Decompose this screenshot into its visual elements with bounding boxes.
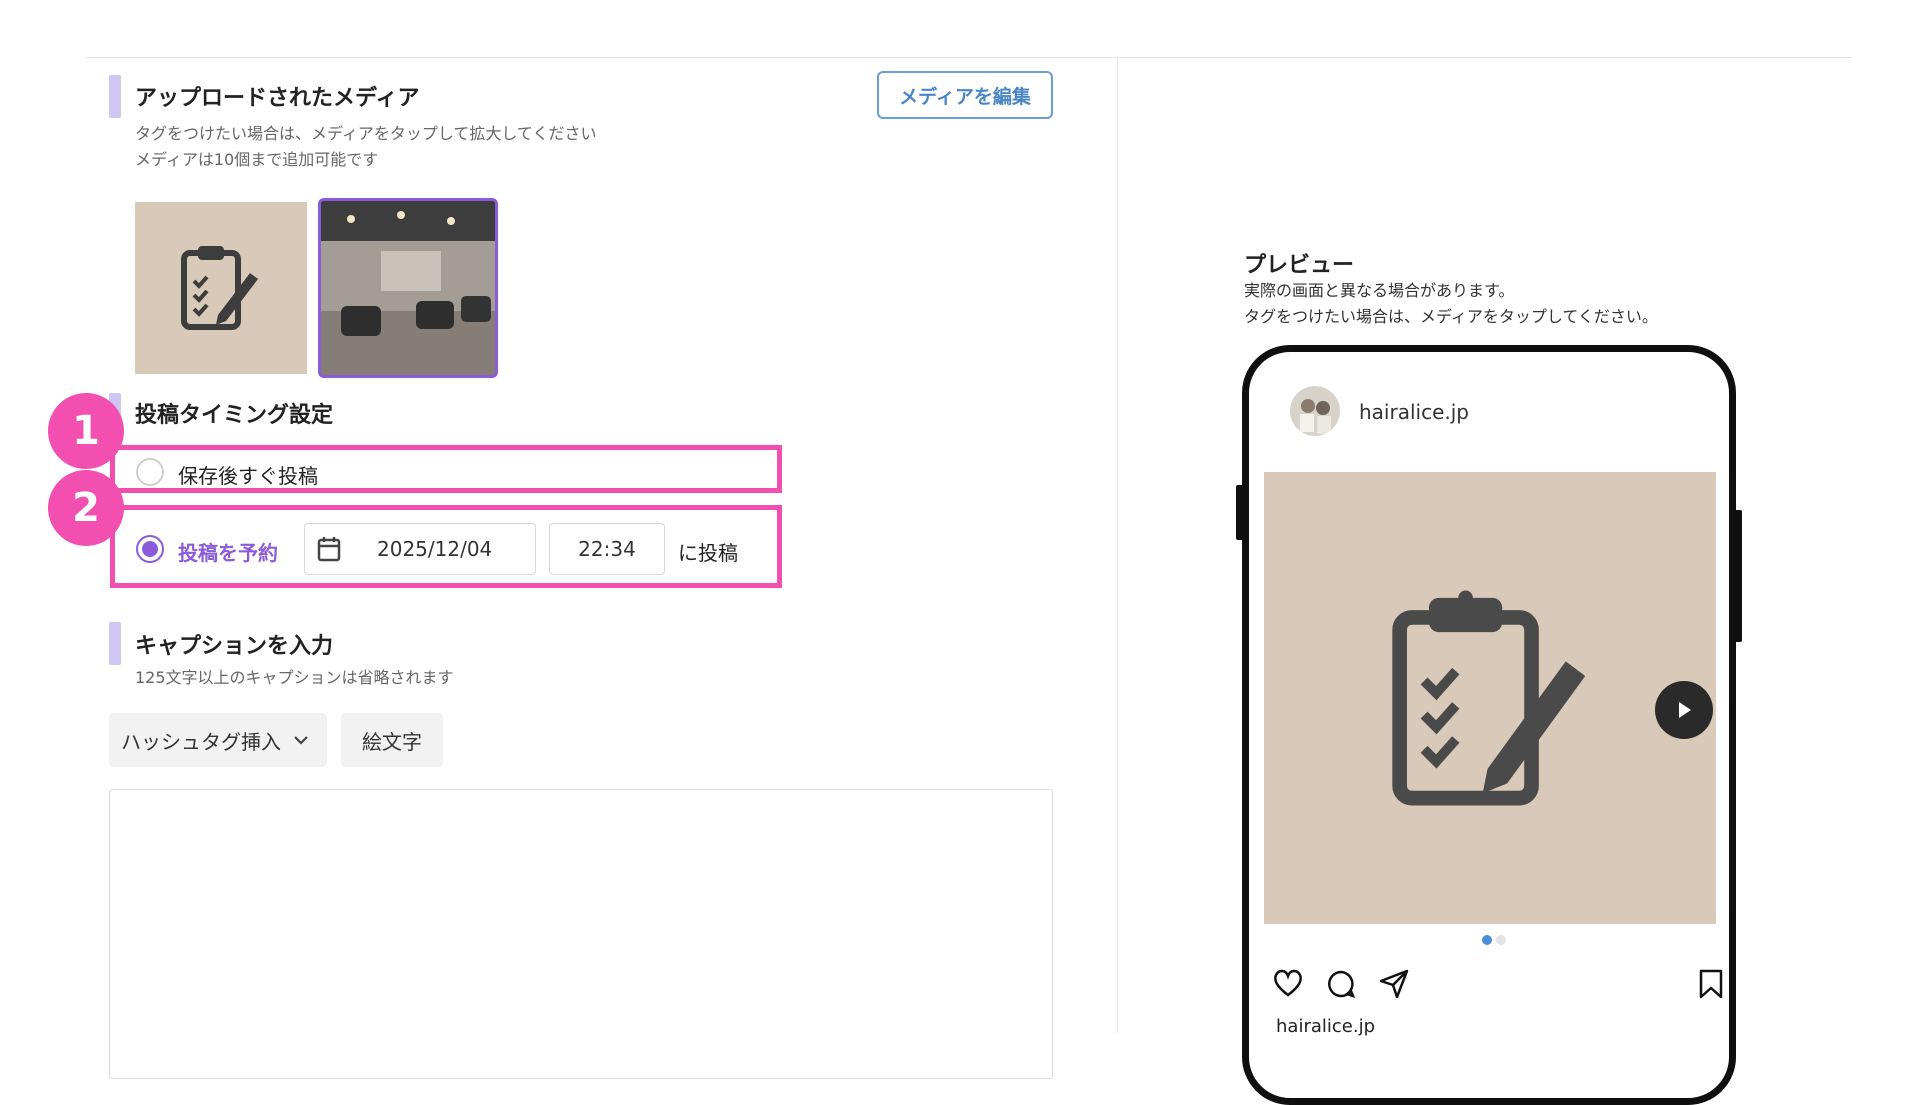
- account-name: hairalice.jp: [1359, 400, 1469, 424]
- section-accent-bar: [109, 75, 121, 118]
- send-icon[interactable]: [1378, 968, 1410, 1000]
- posting-timing-title: 投稿タイミング設定: [135, 403, 334, 428]
- clipboard-edit-icon: [181, 246, 258, 330]
- caption-textarea[interactable]: [109, 789, 1053, 1079]
- comment-icon[interactable]: [1326, 969, 1356, 999]
- column-divider: [1117, 58, 1118, 1033]
- preview-note-2: タグをつけたい場合は、メディアをタップしてください。: [1244, 307, 1658, 326]
- radio-post-immediately[interactable]: [136, 458, 164, 486]
- caption-hint: 125文字以上のキャプションは省略されます: [135, 668, 454, 687]
- uploaded-media-hint-2: メディアは10個まで追加可能です: [135, 150, 379, 169]
- caption-account-name: hairalice.jp: [1276, 1016, 1375, 1037]
- bookmark-icon[interactable]: [1698, 968, 1724, 1000]
- section-accent-bar: [109, 622, 121, 665]
- radio-schedule-post[interactable]: [136, 535, 164, 563]
- schedule-post-label[interactable]: 投稿を予約: [178, 537, 278, 566]
- post-media-preview[interactable]: [1264, 472, 1716, 924]
- carousel-dot: [1496, 935, 1506, 945]
- preview-note-1: 実際の画面と異なる場合があります。: [1244, 281, 1515, 300]
- caption-title: キャプションを入力: [135, 634, 334, 659]
- top-divider: [86, 57, 1852, 58]
- account-avatar: [1290, 386, 1340, 436]
- annotation-badge-1: 1: [48, 393, 124, 469]
- post-immediately-label[interactable]: 保存後すぐ投稿: [178, 460, 318, 489]
- carousel-dot-active: [1482, 935, 1492, 945]
- uploaded-media-hint-1: タグをつけたい場合は、メディアをタップして拡大してください: [135, 124, 597, 143]
- media-thumbnail-salon-photo[interactable]: [318, 198, 498, 378]
- media-thumbnail-clipboard[interactable]: [135, 202, 307, 374]
- emoji-button[interactable]: 絵文字: [341, 713, 443, 767]
- edit-media-button[interactable]: メディアを編集: [877, 71, 1053, 119]
- schedule-date-input[interactable]: 2025/12/04: [304, 523, 536, 575]
- play-next-icon: [1679, 702, 1691, 718]
- hashtag-insert-button[interactable]: ハッシュタグ挿入: [109, 713, 327, 767]
- hashtag-insert-label: ハッシュタグ挿入: [121, 729, 281, 754]
- schedule-time-input[interactable]: 22:34: [549, 523, 665, 575]
- clipboard-edit-icon: [1392, 590, 1586, 806]
- next-media-button[interactable]: [1655, 681, 1713, 739]
- schedule-time-value: 22:34: [578, 537, 636, 561]
- annotation-badge-2: 2: [48, 470, 124, 546]
- preview-title: プレビュー: [1244, 253, 1355, 278]
- uploaded-media-title: アップロードされたメディア: [135, 86, 420, 111]
- schedule-date-value: 2025/12/04: [377, 537, 493, 561]
- chevron-down-icon: [294, 736, 308, 745]
- calendar-icon: [317, 537, 341, 562]
- schedule-suffix-label: に投稿: [678, 541, 738, 565]
- heart-icon[interactable]: [1272, 968, 1304, 998]
- salon-interior-image: [321, 201, 495, 375]
